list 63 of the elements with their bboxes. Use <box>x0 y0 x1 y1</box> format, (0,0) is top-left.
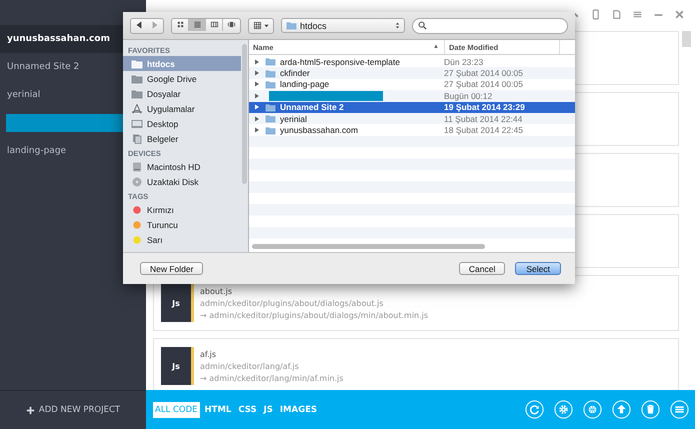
sidebar-location[interactable]: Dosyalar <box>123 86 241 101</box>
back-forward-control[interactable] <box>130 18 164 34</box>
file-name: about.js <box>200 286 232 296</box>
sidebar-location[interactable]: Google Drive <box>123 71 241 86</box>
stepper-icon <box>395 21 400 30</box>
scrollbar[interactable] <box>252 244 485 249</box>
refresh-icon[interactable] <box>525 400 544 419</box>
source-path: admin/ckeditor/plugins/about/dialogs/about.js <box>200 298 384 308</box>
select-button[interactable]: Select <box>515 262 561 275</box>
new-folder-button[interactable]: New Folder <box>140 262 204 275</box>
folder-icon <box>131 58 143 68</box>
caret-icon <box>264 24 269 28</box>
view-mode-control[interactable] <box>171 18 241 34</box>
file-name: af.js <box>200 350 216 358</box>
hard-drive-icon <box>131 162 143 172</box>
menu-icon[interactable] <box>632 8 643 20</box>
folder-icon <box>286 21 297 30</box>
tablet-icon[interactable] <box>611 8 622 20</box>
desktop-icon <box>131 118 143 128</box>
grid-icon <box>253 21 262 30</box>
sidebar-location[interactable]: Turuncu <box>123 217 241 232</box>
scrollbar[interactable] <box>242 44 247 184</box>
tag-dot-icon <box>131 204 143 214</box>
globe-icon[interactable] <box>583 400 602 419</box>
sidebar-location[interactable]: Kırmızı <box>123 202 241 217</box>
output-path: → admin/ckeditor/lang/min/af.min.js <box>200 374 344 382</box>
sidebar-location[interactable]: Belgeler <box>123 131 241 146</box>
list-icon <box>192 20 202 29</box>
file-type-badge: Js <box>161 347 194 385</box>
view-mode-button[interactable] <box>189 18 206 30</box>
search-field[interactable] <box>412 18 568 34</box>
location-popup[interactable]: htdocs <box>281 18 405 33</box>
settings-icon[interactable] <box>554 400 573 419</box>
arrange-button[interactable] <box>248 18 274 34</box>
apps-icon <box>131 104 143 114</box>
cancel-button[interactable]: Cancel <box>458 262 506 275</box>
sidebar-location[interactable]: Macintosh HD <box>123 159 241 174</box>
documents-icon <box>131 134 143 144</box>
file-row[interactable]: Unnamed Site 2 19 Şubat 2014 23:29 <box>249 102 575 113</box>
scrollbar[interactable] <box>682 31 691 47</box>
folder-icon <box>131 88 143 98</box>
file-row[interactable]: Bugün 00:12 <box>249 90 575 102</box>
sidebar-location[interactable]: Desktop <box>123 116 241 131</box>
coverflow-icon <box>227 20 236 29</box>
columns-icon <box>210 20 218 29</box>
file-type-badge: Js <box>161 284 194 322</box>
folder-icon <box>131 74 143 84</box>
menu-icon[interactable] <box>670 400 689 419</box>
close-icon[interactable] <box>674 8 685 20</box>
grid-icon <box>176 20 184 29</box>
source-path: admin/ckeditor/lang/af.js <box>200 362 299 370</box>
phone-icon[interactable] <box>590 8 601 20</box>
trash-icon[interactable] <box>641 400 660 419</box>
tag-dot-icon <box>131 220 143 230</box>
upload-icon[interactable] <box>612 400 631 419</box>
plus-icon <box>26 406 35 414</box>
sidebar-location[interactable]: Uzaktaki Disk <box>123 174 241 189</box>
disc-icon <box>131 176 143 186</box>
output-path: → admin/ckeditor/plugins/about/dialogs/min/about.min.js <box>200 310 428 320</box>
tag-dot-icon <box>131 234 143 244</box>
search-icon <box>418 21 427 30</box>
sidebar-location[interactable]: Uygulamalar <box>123 101 241 116</box>
sidebar-location[interactable]: Sarı <box>123 232 241 247</box>
